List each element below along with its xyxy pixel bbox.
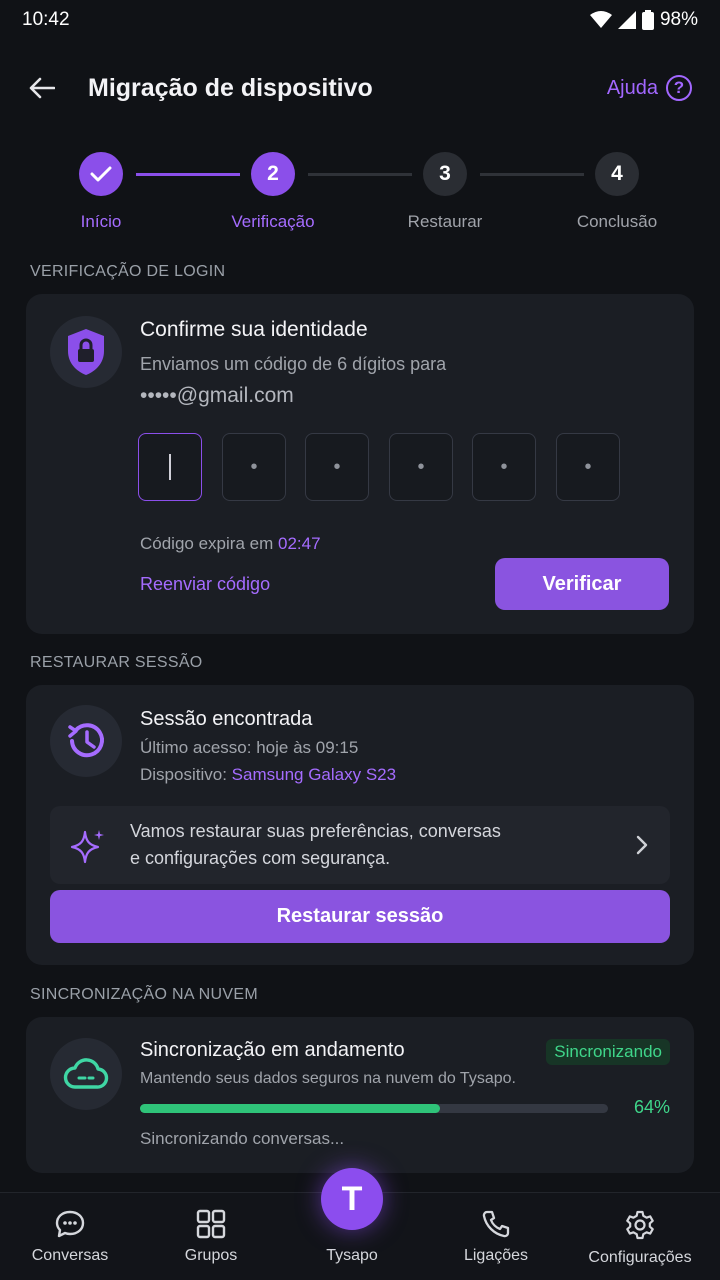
sync-progress-label: 64% xyxy=(633,1097,670,1117)
session-card: Sessão encontrada Último acesso: hoje às… xyxy=(26,685,694,965)
cloud-bubble xyxy=(50,1038,122,1110)
text-caret xyxy=(169,454,171,480)
nav-grupos[interactable]: Grupos xyxy=(141,1193,281,1280)
code-digit-6[interactable]: • xyxy=(556,433,620,501)
shield-lock-bubble xyxy=(50,316,122,388)
step-4-circle: 4 xyxy=(595,152,639,196)
nav-label-conversas: Conversas xyxy=(31,1247,109,1264)
sync-section-title: SINCRONIZAÇÃO NA NUVEM xyxy=(30,986,258,1003)
step-1-circle xyxy=(79,152,123,196)
tysapo-fab-button[interactable]: T xyxy=(321,1168,383,1230)
session-section-title: RESTAURAR SESSÃO xyxy=(30,654,203,671)
cloud-sync-icon xyxy=(63,1058,109,1089)
gear-icon xyxy=(626,1210,654,1240)
history-bubble xyxy=(50,705,122,777)
sync-progress-fill xyxy=(140,1104,440,1113)
status-icons: 98% xyxy=(589,9,698,31)
app-bar: Migração de dispositivo Ajuda ? xyxy=(0,60,720,116)
grid-icon xyxy=(196,1209,226,1239)
help-label: Ajuda xyxy=(606,76,658,99)
restore-info-line-1: Vamos restaurar suas preferências, conve… xyxy=(130,821,501,841)
code-expiry-text: Código expira em 02:47 xyxy=(140,534,321,554)
phone-icon xyxy=(482,1210,510,1238)
sync-status-badge: Sincronizando xyxy=(546,1039,670,1065)
shield-lock-icon xyxy=(68,329,104,375)
session-heading: Sessão encontrada xyxy=(140,708,313,730)
stepper-line-3 xyxy=(480,173,584,176)
restore-info-row[interactable]: Vamos restaurar suas preferências, conve… xyxy=(50,806,670,884)
battery-icon xyxy=(641,10,654,30)
code-digit-3[interactable]: • xyxy=(305,433,369,501)
help-button[interactable]: Ajuda ? xyxy=(607,75,692,101)
session-last-access: Último acesso: hoje às 09:15 xyxy=(140,738,359,757)
nav-configuracoes[interactable]: Configurações xyxy=(570,1193,710,1280)
expiry-label: Código expira em xyxy=(140,534,274,553)
wifi-icon xyxy=(589,11,612,28)
nav-conversas[interactable]: Conversas xyxy=(0,1193,140,1280)
verify-button[interactable]: Verificar xyxy=(495,558,669,610)
step-1-label: Início xyxy=(80,212,122,231)
step-3-circle: 3 xyxy=(423,152,467,196)
login-card: Confirme sua identidade Enviamos um códi… xyxy=(26,294,694,634)
login-subtitle: Enviamos um código de 6 dígitos para xyxy=(140,354,447,374)
arrow-left-icon xyxy=(29,77,55,99)
code-digit-1[interactable] xyxy=(138,433,202,501)
battery-level: 98% xyxy=(659,9,698,30)
restore-session-button[interactable]: Restaurar sessão xyxy=(50,890,670,943)
code-digit-5[interactable]: • xyxy=(472,433,536,501)
nav-label-configuracoes: Configurações xyxy=(588,1249,692,1266)
restore-info-line-2: e configurações com segurança. xyxy=(130,848,391,868)
nav-label-ligacoes: Ligações xyxy=(463,1247,529,1264)
chevron-right-icon xyxy=(636,835,648,855)
code-digit-2[interactable]: • xyxy=(222,433,286,501)
expiry-countdown: 02:47 xyxy=(277,534,321,553)
resend-code-link[interactable]: Reenviar código xyxy=(140,574,270,595)
back-button[interactable] xyxy=(28,74,56,102)
sync-card: Sincronização em andamento Sincronizando… xyxy=(26,1017,694,1173)
step-2-label: Verificação xyxy=(231,212,315,231)
status-time: 10:42 xyxy=(22,9,70,30)
login-section-title: VERIFICAÇÃO DE LOGIN xyxy=(30,263,226,280)
status-bar: 10:42 98% xyxy=(0,0,720,40)
sync-progress-bar xyxy=(140,1104,608,1113)
step-4-label: Conclusão xyxy=(576,212,658,231)
sync-heading: Sincronização em andamento xyxy=(140,1039,405,1061)
stepper-line-1 xyxy=(136,173,240,176)
step-2-circle: 2 xyxy=(251,152,295,196)
login-email: •••••@gmail.com xyxy=(140,384,294,407)
sparkle-icon xyxy=(70,830,104,864)
chat-bubble-icon xyxy=(55,1210,85,1238)
sync-status-text: Sincronizando conversas... xyxy=(140,1129,345,1148)
page-title: Migração de dispositivo xyxy=(88,73,373,102)
sync-description: Mantendo seus dados seguros na nuvem do … xyxy=(140,1070,516,1087)
progress-stepper: 2 3 4 Início Verificação Restaurar Concl… xyxy=(0,150,720,240)
history-icon xyxy=(68,723,104,758)
session-device: Dispositivo: Samsung Galaxy S23 xyxy=(140,765,396,785)
question-icon: ? xyxy=(666,75,692,101)
check-icon xyxy=(90,166,112,182)
device-name: Samsung Galaxy S23 xyxy=(231,765,397,784)
code-digit-4[interactable]: • xyxy=(389,433,453,501)
signal-icon xyxy=(617,11,636,29)
stepper-line-2 xyxy=(308,173,412,176)
nav-label-grupos: Grupos xyxy=(184,1247,238,1264)
nav-ligacoes[interactable]: Ligações xyxy=(426,1193,566,1280)
step-3-label: Restaurar xyxy=(407,212,483,231)
login-heading: Confirme sua identidade xyxy=(140,318,368,341)
nav-label-tysapo: Tysapo xyxy=(326,1247,378,1264)
device-label: Dispositivo: xyxy=(140,765,227,784)
